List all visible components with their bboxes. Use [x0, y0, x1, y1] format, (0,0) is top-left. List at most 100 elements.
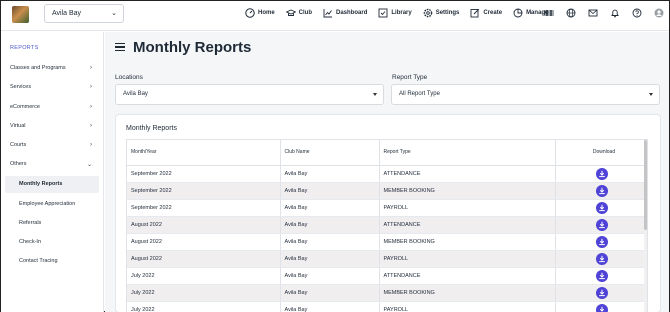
- table-scrollbar[interactable]: [644, 140, 647, 312]
- club-select[interactable]: Avila Bay ⌄: [44, 4, 124, 23]
- sidebar-item-label: Classes and Programs: [10, 65, 66, 71]
- download-cell: [555, 301, 647, 312]
- chevron-right-icon: ›: [90, 84, 92, 90]
- top-bar: Avila Bay ⌄ Home Club Dashboard Library …: [1, 1, 669, 31]
- nav-home[interactable]: Home: [245, 8, 275, 18]
- sidebar-item-classes-and-programs[interactable]: Classes and Programs ›: [10, 65, 94, 71]
- sidebar-section-title: REPORTS: [10, 45, 39, 51]
- download-icon[interactable]: [596, 269, 608, 282]
- column-header-club-name[interactable]: Club Name: [280, 140, 380, 166]
- nav-library[interactable]: Library: [378, 8, 412, 18]
- chart-icon: [323, 9, 333, 18]
- month-cell: September 2022: [127, 199, 281, 217]
- sidebar-subitem-referrals[interactable]: Referrals: [5, 215, 99, 232]
- card-title: Monthly Reports: [126, 125, 177, 132]
- report-type-label: Report Type: [392, 74, 428, 81]
- nav-dashboard[interactable]: Dashboard: [323, 8, 367, 18]
- report-type-cell: PAYROLL: [379, 199, 556, 217]
- table-row: July 2022 Avila Bay ATTENDANCE: [127, 266, 647, 285]
- menu-icon[interactable]: [115, 43, 125, 51]
- top-nav: Home Club Dashboard Library Settings Cre…: [245, 8, 559, 18]
- chevron-right-icon: ›: [90, 123, 92, 129]
- sidebar-subitem-contact-tracing[interactable]: Contact Tracing: [5, 253, 99, 270]
- download-icon[interactable]: [596, 252, 608, 265]
- download-icon[interactable]: [596, 201, 608, 214]
- table-row: September 2022 Avila Bay PAYROLL: [127, 199, 647, 217]
- report-type-cell: PAYROLL: [379, 301, 556, 312]
- download-cell: [555, 266, 647, 285]
- download-cell: [555, 182, 647, 200]
- barcode-icon[interactable]: [544, 8, 554, 18]
- table-row: August 2022 Avila Bay MEMBER BOOKING: [127, 233, 647, 251]
- download-icon[interactable]: [596, 303, 608, 312]
- table-row: September 2022 Avila Bay MEMBER BOOKING: [127, 182, 647, 200]
- download-icon[interactable]: [596, 218, 608, 231]
- sidebar-item-others[interactable]: Others ⌄: [10, 161, 94, 168]
- library-check-icon: [378, 8, 388, 18]
- chevron-down-icon: ⌄: [111, 10, 117, 17]
- report-type-select[interactable]: All Report Type: [391, 84, 660, 105]
- graduation-cap-icon: [285, 9, 296, 16]
- table-row: August 2022 Avila Bay ATTENDANCE: [127, 215, 647, 234]
- nav-club-label: Club: [298, 10, 313, 16]
- nav-club[interactable]: Club: [285, 8, 313, 18]
- month-cell: August 2022: [127, 215, 281, 234]
- month-cell: August 2022: [127, 250, 281, 268]
- reports-table-container: Month/Year Club Name Report Type Downloa…: [126, 139, 648, 312]
- column-header-month-year[interactable]: Month/Year: [127, 140, 281, 166]
- sidebar-subitem-monthly-reports[interactable]: Monthly Reports: [5, 176, 99, 193]
- nav-create[interactable]: Create: [470, 8, 502, 18]
- report-type-cell: MEMBER BOOKING: [379, 284, 556, 302]
- download-cell: [555, 199, 647, 217]
- sidebar-item-virtual[interactable]: Virtual ›: [10, 123, 94, 129]
- report-type-cell: ATTENDANCE: [379, 165, 556, 183]
- download-cell: [555, 165, 647, 183]
- club-name-cell: Avila Bay: [280, 284, 380, 302]
- sidebar-subitem-employee-appreciation[interactable]: Employee Appreciation: [5, 196, 99, 213]
- club-name-cell: Avila Bay: [280, 233, 380, 251]
- caret-down-icon: [649, 93, 653, 96]
- table-row: July 2022 Avila Bay PAYROLL: [127, 301, 647, 312]
- sidebar-item-label: eCommerce: [10, 104, 40, 110]
- report-type-cell: ATTENDANCE: [379, 215, 556, 234]
- chevron-right-icon: ›: [90, 104, 92, 110]
- download-icon[interactable]: [596, 235, 608, 248]
- main-content: Monthly Reports Locations Avila Bay Repo…: [105, 32, 669, 312]
- mail-icon[interactable]: [588, 8, 598, 18]
- nav-dashboard-label: Dashboard: [336, 10, 368, 16]
- month-cell: July 2022: [127, 301, 281, 312]
- locations-select-value: Avila Bay: [123, 91, 148, 97]
- caret-down-icon: [373, 93, 377, 96]
- month-cell: July 2022: [127, 284, 281, 302]
- globe-icon[interactable]: [566, 8, 576, 18]
- table-header-row: Month/Year Club Name Report Type Downloa…: [127, 140, 647, 166]
- download-cell: [555, 250, 647, 268]
- chevron-down-icon: ⌄: [86, 162, 92, 168]
- sidebar-item-ecommerce[interactable]: eCommerce ›: [10, 104, 94, 110]
- sidebar-subitem-check-in[interactable]: Check-In: [5, 234, 99, 251]
- nav-settings-label: Settings: [435, 10, 460, 16]
- sidebar-item-courts[interactable]: Courts ›: [10, 142, 94, 148]
- download-icon[interactable]: [596, 286, 608, 299]
- report-type-cell: MEMBER BOOKING: [379, 233, 556, 251]
- club-name-cell: Avila Bay: [280, 199, 380, 217]
- user-avatar-icon[interactable]: [654, 8, 664, 18]
- download-icon[interactable]: [596, 167, 608, 180]
- club-name-cell: Avila Bay: [280, 250, 380, 268]
- download-icon[interactable]: [596, 184, 608, 197]
- table-row: September 2022 Avila Bay ATTENDANCE: [127, 165, 647, 183]
- bell-icon[interactable]: [610, 8, 620, 18]
- month-cell: July 2022: [127, 266, 281, 285]
- nav-settings[interactable]: Settings: [423, 8, 460, 18]
- nav-library-label: Library: [391, 10, 412, 16]
- column-header-report-type[interactable]: Report Type: [379, 140, 556, 166]
- help-icon[interactable]: [632, 8, 642, 18]
- club-name-cell: Avila Bay: [280, 266, 380, 285]
- column-header-download: Download: [555, 140, 647, 166]
- month-cell: September 2022: [127, 165, 281, 183]
- locations-label: Locations: [115, 74, 143, 81]
- club-name-cell: Avila Bay: [280, 165, 380, 183]
- sidebar-item-services[interactable]: Services ›: [10, 84, 94, 90]
- locations-select[interactable]: Avila Bay: [115, 84, 384, 105]
- edit-icon: [470, 8, 480, 18]
